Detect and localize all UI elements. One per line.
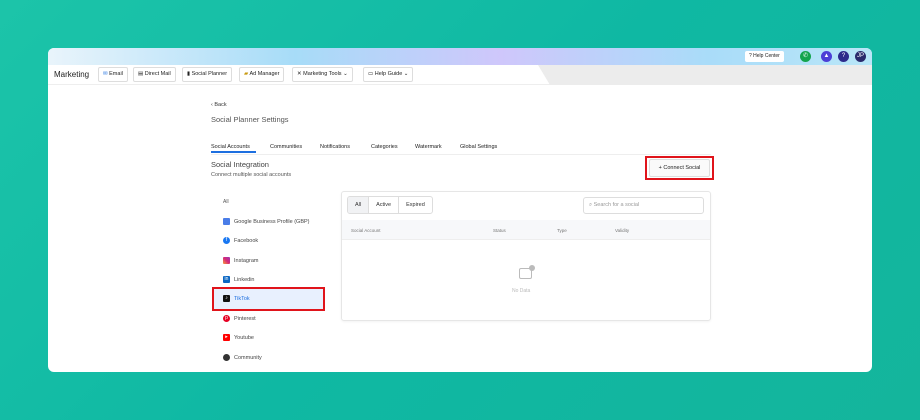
col-type: Type (557, 228, 567, 233)
tab-notifications[interactable]: Notifications (320, 144, 350, 150)
empty-state: No Data (512, 288, 531, 294)
nav-social-planner[interactable]: ▮ Social Planner (182, 67, 233, 82)
search-placeholder: Search for a social (593, 202, 640, 208)
section-subtitle: Connect multiple social accounts (211, 172, 292, 178)
platform-label: Youtube (234, 334, 254, 341)
back-label: Back (214, 102, 227, 108)
app-window: ? Help Center ✆ ▲ ? JP Marketing ✉ Email… (48, 48, 872, 372)
col-status: Status (493, 228, 506, 233)
col-validity: Validity (615, 228, 630, 233)
platform-linkedin[interactable]: in Linkedin (223, 276, 255, 283)
nav-marketing-tools[interactable]: ✕ Marketing Tools ⌄ (292, 67, 353, 82)
table-header (342, 220, 710, 240)
filter-all[interactable]: All (348, 197, 370, 213)
platform-pinterest[interactable]: p Pinterest (223, 315, 256, 322)
platform-gbp[interactable]: Google Business Profile (GBP) (223, 218, 310, 225)
nav-ad-manager[interactable]: ▰ Ad Manager (239, 67, 285, 82)
community-icon (223, 354, 230, 361)
youtube-icon: ▸ (223, 334, 230, 341)
platform-community[interactable]: Community (223, 354, 262, 361)
platform-facebook[interactable]: f Facebook (223, 237, 258, 244)
platform-label: Instagram (234, 257, 259, 264)
status-filter: All Active Expired (347, 196, 433, 214)
platform-label: Facebook (234, 237, 259, 244)
nav-email[interactable]: ✉ Email (98, 67, 128, 82)
nav-label: Help Guide (374, 71, 403, 77)
help-center-button[interactable]: ? Help Center (745, 51, 784, 62)
platform-tiktok[interactable]: ♪ TikTok (223, 295, 250, 302)
platform-label: Google Business Profile (GBP) (234, 218, 310, 225)
linkedin-icon: in (223, 276, 230, 283)
tab-social-accounts[interactable]: Social Accounts (211, 144, 250, 150)
connect-social-button[interactable]: + Connect Social (649, 159, 710, 177)
nav-label: Marketing Tools (303, 71, 342, 77)
help-icon[interactable]: ? (838, 51, 849, 62)
bell-icon[interactable]: ▲ (821, 51, 832, 62)
section-title: Social Integration (211, 160, 269, 169)
nav-label: Email (109, 71, 123, 77)
gbp-icon (223, 218, 230, 225)
pinterest-icon: p (223, 315, 230, 322)
platform-label: Community (234, 354, 262, 361)
nav-label: Direct Mail (144, 71, 171, 77)
nav-label: Social Planner (191, 71, 228, 77)
platform-instagram[interactable]: Instagram (223, 257, 258, 264)
tab-global-settings[interactable]: Global Settings (460, 144, 497, 150)
nav-direct-mail[interactable]: ▤ Direct Mail (133, 67, 176, 82)
platform-all[interactable]: All (223, 199, 229, 205)
phone-icon[interactable]: ✆ (800, 51, 811, 62)
divider (211, 154, 711, 155)
back-link[interactable]: ‹ Back (211, 102, 227, 108)
filter-expired[interactable]: Expired (399, 197, 432, 213)
nav-filler (538, 65, 872, 85)
tab-watermark[interactable]: Watermark (415, 144, 442, 150)
tab-categories[interactable]: Categories (371, 144, 398, 150)
no-data-icon (519, 265, 535, 279)
filter-active[interactable]: Active (369, 197, 400, 213)
tab-communities[interactable]: Communities (270, 144, 302, 150)
search-input[interactable]: ⌕ Search for a social (583, 197, 704, 214)
tiktok-icon: ♪ (223, 295, 230, 302)
nav-label: Ad Manager (249, 71, 280, 77)
platform-youtube[interactable]: ▸ Youtube (223, 334, 254, 341)
instagram-icon (223, 257, 230, 264)
active-tab-indicator (211, 151, 256, 153)
platform-label: TikTok (234, 295, 250, 302)
brand: Marketing (54, 70, 90, 79)
search-icon: ⌕ (589, 202, 593, 208)
platform-label: Linkedin (234, 276, 255, 283)
platform-label: Pinterest (234, 315, 256, 322)
avatar[interactable]: JP (855, 51, 866, 62)
facebook-icon: f (223, 237, 230, 244)
nav-help-guide[interactable]: ▭ Help Guide ⌄ (363, 67, 414, 82)
page-title: Social Planner Settings (211, 115, 289, 124)
col-social-account: Social Account (351, 228, 381, 233)
